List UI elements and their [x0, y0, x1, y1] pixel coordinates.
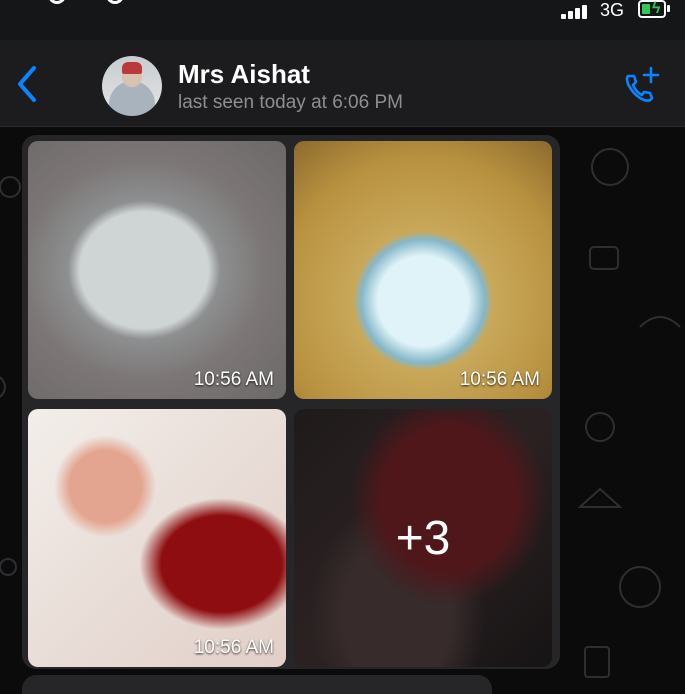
phone-add-icon	[625, 66, 660, 102]
contact-name[interactable]: Mrs Aishat	[178, 59, 310, 90]
last-seen-status: last seen today at 6:06 PM	[178, 92, 403, 113]
media-thumbnail[interactable]: 10:56 AM	[28, 409, 286, 667]
media-group-message: 10:56 AM 10:56 AM 10:56 AM +3	[22, 135, 560, 669]
chevron-left-icon	[18, 66, 36, 102]
chat-header: Mrs Aishat last seen today at 6:06 PM	[0, 40, 685, 127]
message-timestamp: 10:56 AM	[193, 637, 274, 658]
media-thumbnail[interactable]: 10:56 AM	[28, 141, 286, 399]
battery-tip	[667, 5, 670, 12]
call-button[interactable]	[620, 66, 660, 106]
signal-icon	[561, 5, 593, 19]
message-timestamp: 10:56 AM	[459, 369, 540, 390]
more-media-count: +3	[294, 409, 552, 667]
chat-area[interactable]: 10:56 AM 10:56 AM 10:56 AM +3	[0, 127, 685, 694]
network-type: 3G	[600, 0, 625, 20]
next-message-bubble	[22, 675, 492, 694]
status-bar: 3G ϟ	[0, 0, 685, 40]
back-button[interactable]	[14, 64, 42, 104]
more-media-thumbnail[interactable]: +3	[294, 409, 552, 667]
media-thumbnail[interactable]: 10:56 AM	[294, 141, 552, 399]
message-timestamp: 10:56 AM	[193, 369, 274, 390]
battery-charging-icon: ϟ	[638, 0, 666, 18]
hotspot-icon	[48, 0, 124, 16]
avatar[interactable]	[102, 56, 162, 116]
